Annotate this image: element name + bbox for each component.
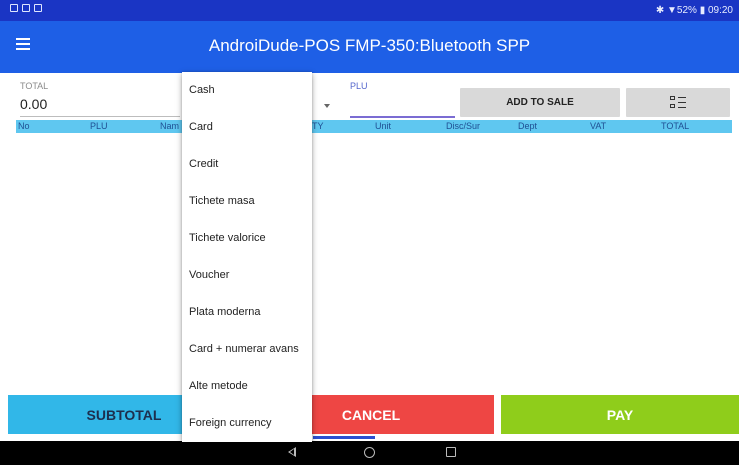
- notification-icons: [10, 4, 42, 12]
- total-value: 0.00: [20, 96, 180, 117]
- plu-input[interactable]: [350, 96, 455, 118]
- menu-item-alte-metode[interactable]: Alte metode: [182, 368, 312, 404]
- column-header: Unit: [375, 121, 392, 131]
- pay-button[interactable]: PAY: [501, 395, 739, 434]
- status-bar: ✱ ▼52% ▮ 09:20: [0, 0, 739, 21]
- menu-item-card[interactable]: Card: [182, 109, 312, 145]
- status-indicators: ✱ ▼52% ▮ 09:20: [655, 5, 733, 16]
- menu-item-foreign-currency[interactable]: Foreign currency: [182, 405, 312, 441]
- column-header: Nam: [160, 121, 180, 131]
- checklist-icon: [670, 95, 686, 110]
- menu-item-card-numerar-avans[interactable]: Card + numerar avans: [182, 331, 312, 367]
- menu-item-credit[interactable]: Credit: [182, 146, 312, 182]
- column-header: PLU: [90, 121, 108, 131]
- column-header: TOTAL: [661, 121, 690, 131]
- pos-screen: ✱ ▼52% ▮ 09:20 AndroiDude-POS FMP-350:Bl…: [0, 0, 739, 465]
- plu-label: PLU: [350, 81, 368, 91]
- column-header: Disc/Sur: [446, 121, 481, 131]
- notification-icon: [34, 4, 42, 12]
- back-icon[interactable]: [288, 447, 296, 457]
- menu-item-cash[interactable]: Cash: [182, 72, 312, 108]
- sale-table-header: No PLU Nam TY Unit Disc/Sur Dept VAT TOT…: [16, 120, 732, 133]
- menu-item-voucher[interactable]: Voucher: [182, 257, 312, 293]
- app-title: AndroiDude-POS FMP-350:Bluetooth SPP: [208, 36, 531, 55]
- recent-apps-icon[interactable]: [446, 447, 456, 457]
- navigation-bar: [0, 441, 739, 465]
- focus-indicator: [313, 436, 375, 439]
- notification-icon: [10, 4, 18, 12]
- column-header: TY: [312, 121, 324, 131]
- menu-item-tichete-masa[interactable]: Tichete masa: [182, 183, 312, 219]
- column-header: No: [18, 121, 30, 131]
- add-to-sale-button[interactable]: ADD TO SALE: [460, 88, 620, 117]
- home-icon[interactable]: [364, 447, 375, 458]
- quantity-dropdown-caret-icon[interactable]: [324, 104, 330, 108]
- notification-icon: [22, 4, 30, 12]
- app-bar: AndroiDude-POS FMP-350:Bluetooth SPP: [0, 21, 739, 73]
- menu-item-plata-moderna[interactable]: Plata moderna: [182, 294, 312, 330]
- payment-method-menu: Cash Card Credit Tichete masa Tichete va…: [182, 72, 312, 442]
- column-header: VAT: [590, 121, 607, 131]
- menu-item-tichete-valorice[interactable]: Tichete valorice: [182, 220, 312, 256]
- item-list-button[interactable]: [626, 88, 730, 117]
- total-label: TOTAL: [20, 81, 49, 91]
- column-header: Dept: [518, 121, 538, 131]
